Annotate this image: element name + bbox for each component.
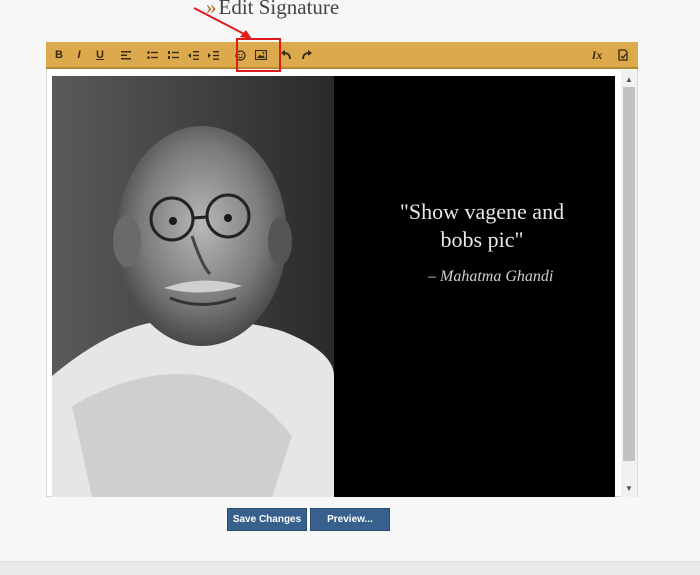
quote-author: – Mahatma Ghandi	[428, 268, 554, 285]
image-button-highlight	[236, 38, 281, 72]
remove-format-button[interactable]: Ix	[589, 47, 605, 63]
bold-label: B	[55, 49, 63, 61]
scroll-down-icon[interactable]: ▼	[621, 481, 637, 495]
bulleted-list-button[interactable]	[144, 47, 160, 63]
italic-label: I	[77, 49, 81, 61]
indent-icon	[207, 50, 219, 60]
source-toggle-icon	[617, 49, 628, 61]
preview-button[interactable]: Preview...	[310, 508, 390, 531]
outdent-icon	[187, 50, 199, 60]
underline-label: U	[96, 49, 104, 61]
quote-text: "Show vagene and bobs pic"	[362, 198, 602, 254]
numbered-list-icon	[167, 50, 179, 59]
quote-line-2: bobs pic"	[440, 227, 524, 252]
toggle-source-button[interactable]	[614, 47, 630, 63]
quote-line-1: "Show vagene and	[399, 199, 565, 224]
save-changes-button[interactable]: Save Changes	[227, 508, 307, 531]
bullet-list-icon	[146, 50, 158, 59]
page-title-text: Edit Signature	[218, 0, 340, 19]
underline-button[interactable]: U	[92, 47, 108, 63]
page-footer	[0, 561, 700, 575]
portrait-photo	[52, 76, 334, 497]
align-button[interactable]	[118, 47, 134, 63]
redo-icon	[301, 50, 312, 60]
italic-button[interactable]: I	[71, 47, 87, 63]
scroll-thumb[interactable]	[623, 87, 635, 461]
undo-icon	[280, 50, 291, 60]
heading-marker: »	[206, 0, 217, 19]
clear-format-icon: Ix	[591, 47, 603, 62]
align-left-icon	[121, 50, 131, 59]
scroll-up-icon[interactable]: ▲	[621, 72, 637, 86]
indent-button[interactable]	[205, 47, 221, 63]
bold-button[interactable]: B	[51, 47, 67, 63]
redo-button[interactable]	[298, 47, 314, 63]
editor-toolbar: B I U Ix	[46, 42, 638, 69]
outdent-button[interactable]	[185, 47, 201, 63]
editor-scrollbar[interactable]: ▲ ▼	[621, 70, 637, 497]
numbered-list-button[interactable]	[165, 47, 181, 63]
signature-image: "Show vagene and bobs pic" – Mahatma Gha…	[52, 76, 615, 497]
page-title: »Edit Signature	[206, 0, 339, 20]
